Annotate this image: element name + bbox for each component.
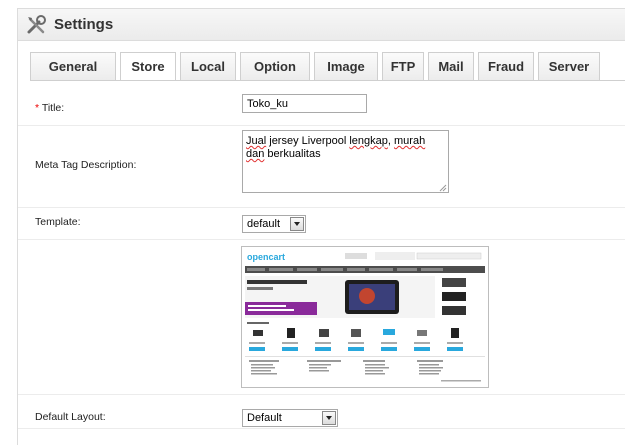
settings-tabs: General Store Local Option Image FTP Mai… <box>30 52 600 81</box>
meta-description-row: Meta Tag Description: Jual jersey Liverp… <box>18 126 625 208</box>
text-run: berkualitas <box>264 148 321 160</box>
misspelled-word: lengkap <box>349 135 388 147</box>
tab-fraud[interactable]: Fraud <box>478 52 534 80</box>
title-input[interactable] <box>242 94 367 113</box>
default-layout-select[interactable]: Default <box>242 409 338 427</box>
page-title: Settings <box>54 16 114 33</box>
svg-text:opencart: opencart <box>247 252 285 262</box>
dropdown-arrow-icon <box>290 217 304 231</box>
resize-grip-icon[interactable] <box>439 183 447 192</box>
settings-panel: Settings General Store Local Option Imag… <box>17 8 625 445</box>
template-preview-image: opencart <box>241 246 489 388</box>
meta-description-label: Meta Tag Description: <box>35 159 137 171</box>
tab-local[interactable]: Local <box>180 52 236 80</box>
tab-store[interactable]: Store <box>120 52 176 81</box>
misspelled-word: dan <box>246 148 265 160</box>
dropdown-arrow-icon <box>322 411 336 425</box>
tab-image[interactable]: Image <box>314 52 378 80</box>
tab-mail[interactable]: Mail <box>428 52 474 80</box>
misspelled-word: murah <box>394 135 426 147</box>
default-layout-select-value: Default <box>247 412 282 424</box>
default-layout-row: Default Layout: Default <box>18 395 625 429</box>
title-row: * Title: <box>18 85 625 126</box>
template-select[interactable]: default <box>242 215 306 233</box>
title-label: * Title: <box>35 102 65 114</box>
tab-general[interactable]: General <box>30 52 116 80</box>
template-select-value: default <box>247 218 281 230</box>
tabs-divider <box>30 80 625 81</box>
misspelled-word: Jual <box>246 135 267 147</box>
tools-icon <box>26 15 48 35</box>
tab-option[interactable]: Option <box>240 52 310 80</box>
default-layout-label: Default Layout: <box>35 411 106 423</box>
text-run: jersey Liverpool <box>266 135 350 147</box>
template-row: Template: default <box>18 208 625 240</box>
tab-server[interactable]: Server <box>538 52 600 80</box>
tab-ftp[interactable]: FTP <box>382 52 424 80</box>
template-label: Template: <box>35 216 81 228</box>
meta-description-textarea[interactable]: Jual jersey Liverpool lengkap, murah dan… <box>242 130 449 193</box>
meta-description-text: Jual jersey Liverpool lengkap, murah dan… <box>246 135 425 160</box>
panel-header: Settings <box>18 9 625 41</box>
